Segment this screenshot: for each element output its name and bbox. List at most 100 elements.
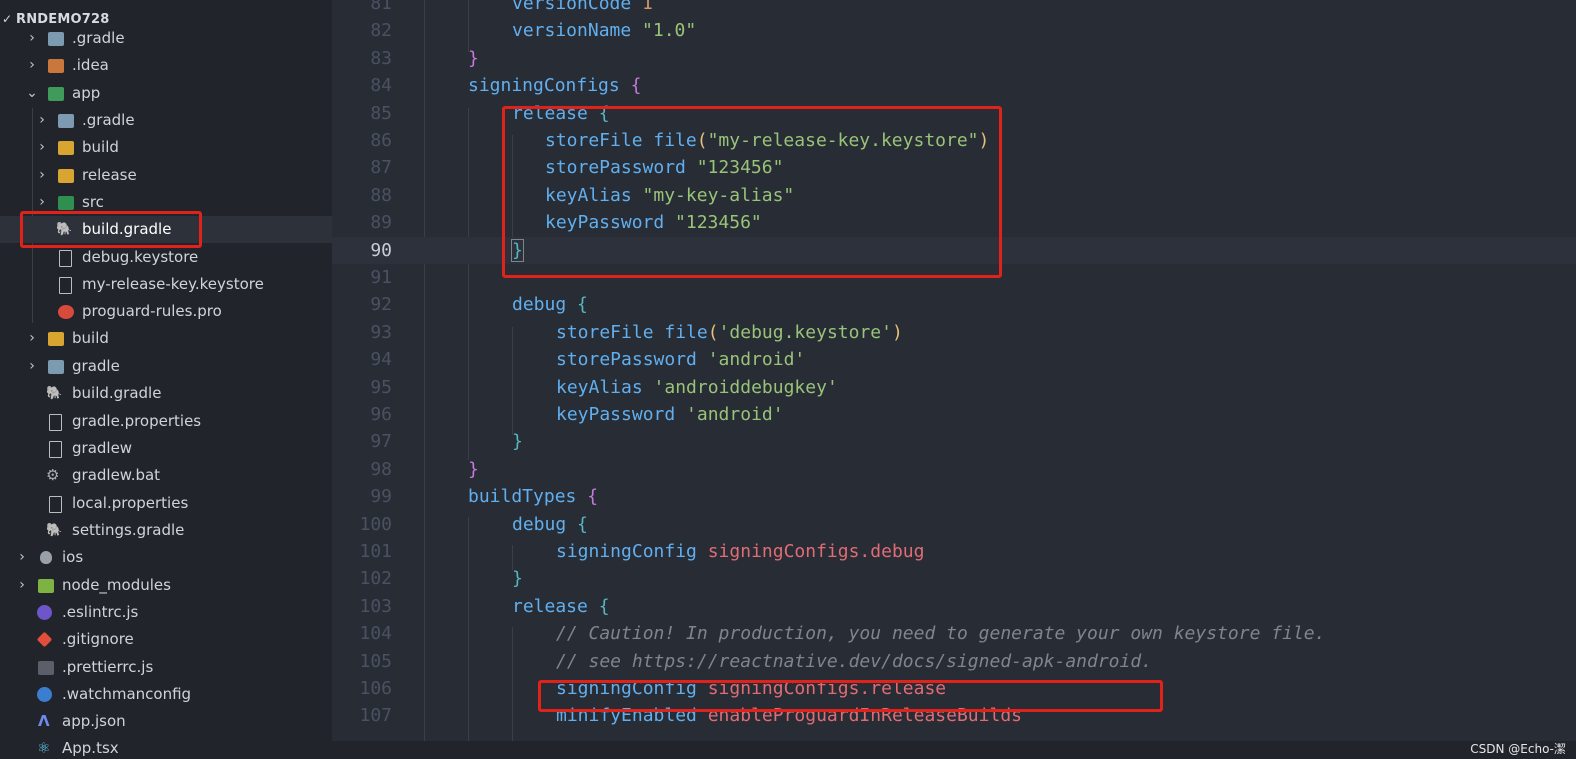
line-number: 93 <box>370 321 392 343</box>
line-number: 86 <box>370 130 392 151</box>
code-line[interactable]: 89 keyPassword "123456" <box>332 209 1576 236</box>
tree-item-build-gradle[interactable]: 🐘 build.gradle <box>0 380 332 407</box>
tree-item-local-properties[interactable]: local.properties <box>0 490 332 517</box>
folder-app-icon <box>48 87 64 101</box>
code-token: release <box>512 102 599 124</box>
line-number: 106 <box>359 678 392 699</box>
chevron-right-icon: › <box>29 57 35 73</box>
code-token: { <box>577 294 588 316</box>
tree-item-label: gradle <box>72 357 120 375</box>
code-token: } <box>468 458 479 480</box>
code-token: signingConfigs.release <box>707 678 947 699</box>
tree-item-app-build-folder[interactable]: › build <box>0 134 332 161</box>
tree-item-gradlew-bat[interactable]: ⚙ gradlew.bat <box>0 462 332 489</box>
code-token: versionName <box>512 20 643 42</box>
code-line[interactable]: 84 signingConfigs { <box>332 72 1576 99</box>
tree-item-app-release-folder[interactable]: › release <box>0 162 332 189</box>
gradle-elephant-icon: 🐘 <box>56 222 73 237</box>
code-text: storePassword "123456" <box>545 154 783 181</box>
tree-item-watchmanconfig[interactable]: .watchmanconfig <box>0 681 332 708</box>
folder-gradle-icon <box>58 114 74 128</box>
tree-item-label: app.json <box>62 712 126 730</box>
code-line[interactable]: 82 versionName "1.0" <box>332 17 1576 44</box>
code-line[interactable]: 99 buildTypes { <box>332 483 1576 510</box>
tree-item-settings-gradle[interactable]: 🐘 settings.gradle <box>0 517 332 544</box>
tree-item-build-folder[interactable]: › build <box>0 325 332 352</box>
tree-item-label: .prettierrc.js <box>62 658 154 676</box>
tree-item-gitignore[interactable]: .gitignore <box>0 626 332 653</box>
code-editor[interactable]: 81 versionCode 1 82 versionName "1.0" 83} 84 s… <box>332 0 1576 741</box>
line-number: 90 <box>370 239 392 261</box>
code-line[interactable]: 107 minifyEnabled enableProguardInRelease… <box>332 702 1576 729</box>
code-line[interactable]: 105 // see https://reactnative.dev/docs/s… <box>332 648 1576 675</box>
line-number: 105 <box>359 650 392 672</box>
tree-item-gradle-properties[interactable]: gradle.properties <box>0 408 332 435</box>
code-line[interactable]: 96 keyPassword 'android' <box>332 401 1576 428</box>
chevron-right-icon: › <box>39 139 45 155</box>
tree-item-gradle-folder[interactable]: › .gradle <box>0 25 332 52</box>
code-line[interactable]: 90} <box>332 236 1576 264</box>
code-token: "123456" <box>675 212 762 234</box>
line-number: 99 <box>370 486 392 508</box>
code-line[interactable]: 104 // Caution! In production, you need t… <box>332 620 1576 647</box>
code-token: keyPassword <box>545 212 676 234</box>
tree-item-prettierrc[interactable]: .prettierrc.js <box>0 654 332 681</box>
code-line[interactable]: 91 <box>332 264 1576 291</box>
tree-item-app-folder[interactable]: ⌄ app <box>0 80 332 107</box>
tree-item-eslintrc[interactable]: .eslintrc.js <box>0 599 332 626</box>
code-text: storeFile file("my-release-key.keystore"… <box>545 127 989 154</box>
tree-item-gradle-folder-2[interactable]: › gradle <box>0 353 332 380</box>
code-line[interactable]: 94 storePassword 'android' <box>332 346 1576 373</box>
file-icon <box>59 277 72 294</box>
line-number: 107 <box>359 705 392 727</box>
chevron-right-icon: › <box>29 30 35 46</box>
tree-item-node-modules-folder[interactable]: › node_modules <box>0 572 332 599</box>
code-token: enableProguardInReleaseBuilds <box>707 705 1022 727</box>
code-line[interactable]: 95 keyAlias 'androiddebugkey' <box>332 374 1576 401</box>
code-line[interactable]: 101 signingConfig signingConfigs.debug <box>332 538 1576 565</box>
tree-item-my-release-key-keystore[interactable]: my-release-key.keystore <box>0 271 332 298</box>
code-line[interactable]: 97} <box>332 428 1576 455</box>
code-line[interactable]: 87 storePassword "123456" <box>332 154 1576 181</box>
code-line[interactable]: 98} <box>332 456 1576 483</box>
code-line[interactable]: 100 debug { <box>332 511 1576 538</box>
code-line[interactable]: 86 storeFile file("my-release-key.keystor… <box>332 127 1576 154</box>
code-line[interactable]: 88 keyAlias "my-key-alias" <box>332 182 1576 209</box>
code-text: keyAlias 'androiddebugkey' <box>556 374 838 401</box>
tree-item-gradlew[interactable]: gradlew <box>0 435 332 462</box>
apple-icon <box>40 551 52 564</box>
tree-item-debug-keystore[interactable]: debug.keystore <box>0 244 332 271</box>
code-line[interactable]: 106 signingConfig signingConfigs.release <box>332 675 1576 702</box>
line-number: 102 <box>359 568 392 590</box>
code-text: } <box>511 237 524 264</box>
code-token: file <box>664 321 708 343</box>
code-line[interactable]: 92 debug { <box>332 291 1576 318</box>
tree-item-app-src-folder[interactable]: › src <box>0 189 332 216</box>
tree-item-app-json[interactable]: Λ app.json <box>0 708 332 735</box>
code-line[interactable]: 81 versionCode 1 <box>332 0 1576 17</box>
code-text: keyPassword 'android' <box>556 401 784 428</box>
code-token: storeFile <box>545 130 654 151</box>
code-token: } <box>511 238 524 262</box>
tree-item-ios-folder[interactable]: › ios <box>0 544 332 571</box>
watermark: CSDN @Echo-潔 <box>1470 742 1566 756</box>
code-token: file <box>653 130 697 151</box>
tree-item-app-tsx[interactable]: ⚛ App.tsx <box>0 735 332 759</box>
tree-item-idea-folder[interactable]: › .idea <box>0 52 332 79</box>
file-icon <box>59 250 72 267</box>
code-line[interactable]: 85 release { <box>332 100 1576 127</box>
folder-idea-icon <box>48 59 64 73</box>
code-line[interactable]: 93 storeFile file('debug.keystore') <box>332 319 1576 346</box>
code-token: 'android' <box>686 404 784 425</box>
code-token: { <box>587 486 599 508</box>
tree-item-app-build-gradle[interactable]: 🐘 build.gradle <box>0 216 332 243</box>
tree-item-proguard-rules[interactable]: proguard-rules.pro <box>0 298 332 325</box>
tree-item-app-gradle-folder[interactable]: › .gradle <box>0 107 332 134</box>
code-line[interactable]: 102} <box>332 565 1576 592</box>
code-token: ) <box>891 321 903 343</box>
code-token: "1.0" <box>642 20 697 42</box>
code-line[interactable]: 103 release { <box>332 593 1576 620</box>
code-line[interactable]: 83} <box>332 45 1576 72</box>
prettier-icon <box>38 661 54 675</box>
code-token: ( <box>696 130 708 151</box>
